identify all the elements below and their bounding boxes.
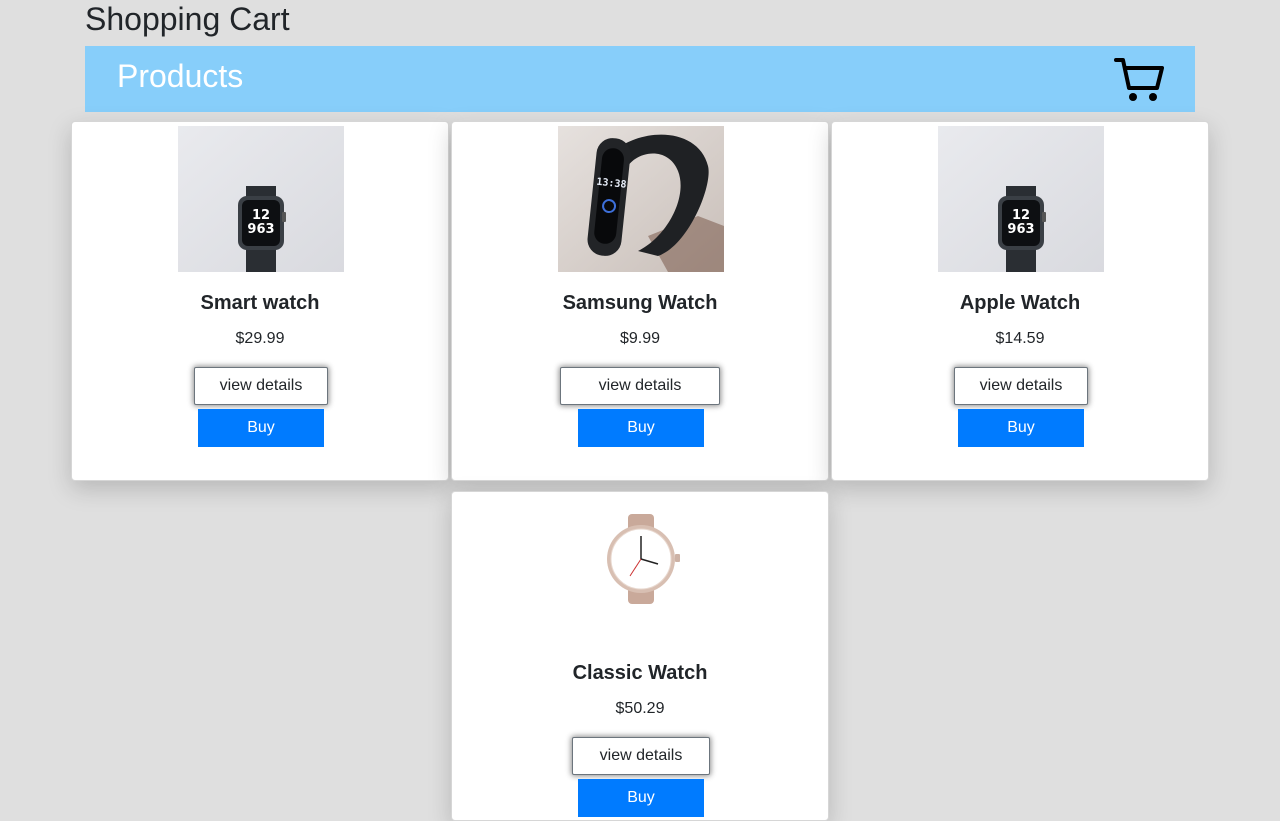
product-price: $29.99 xyxy=(235,330,285,347)
apple-watch-image: 12 963 xyxy=(938,126,1104,272)
product-name: Smart watch xyxy=(200,292,320,314)
smart-watch-image: 12 963 xyxy=(178,126,344,272)
page-title: Shopping Cart xyxy=(85,1,290,37)
product-card: 12 963 Apple Watch $14.59 view details B… xyxy=(831,121,1209,481)
buy-button[interactable]: Buy xyxy=(958,409,1084,447)
buy-button[interactable]: Buy xyxy=(578,779,704,817)
buy-button[interactable]: Buy xyxy=(198,409,324,447)
product-card: 13:38 Samsung Watch $9.99 view details B… xyxy=(451,121,829,481)
product-name: Samsung Watch xyxy=(562,292,718,314)
view-details-button[interactable]: view details xyxy=(560,367,720,405)
product-price: $50.29 xyxy=(615,700,665,717)
products-title: Products xyxy=(117,58,244,94)
view-details-button[interactable]: view details xyxy=(954,367,1088,405)
view-details-button[interactable]: view details xyxy=(572,737,710,775)
product-card: 12 963 Smart watch $29.99 view details B… xyxy=(71,121,449,481)
classic-watch-image xyxy=(558,496,724,642)
product-price: $9.99 xyxy=(619,330,661,347)
product-card: Classic Watch $50.29 view details Buy xyxy=(451,491,829,821)
svg-text:963: 963 xyxy=(247,222,274,237)
shopping-cart-icon[interactable] xyxy=(1113,54,1165,104)
product-price: $14.59 xyxy=(995,330,1045,347)
svg-text:12: 12 xyxy=(1012,208,1030,223)
samsung-watch-image: 13:38 xyxy=(558,126,724,272)
view-details-button[interactable]: view details xyxy=(194,367,328,405)
svg-text:12: 12 xyxy=(252,208,270,223)
product-name: Apple Watch xyxy=(959,292,1081,314)
svg-text:963: 963 xyxy=(1007,222,1034,237)
buy-button[interactable]: Buy xyxy=(578,409,704,447)
product-name: Classic Watch xyxy=(572,662,708,684)
products-header: Products xyxy=(85,46,1195,112)
